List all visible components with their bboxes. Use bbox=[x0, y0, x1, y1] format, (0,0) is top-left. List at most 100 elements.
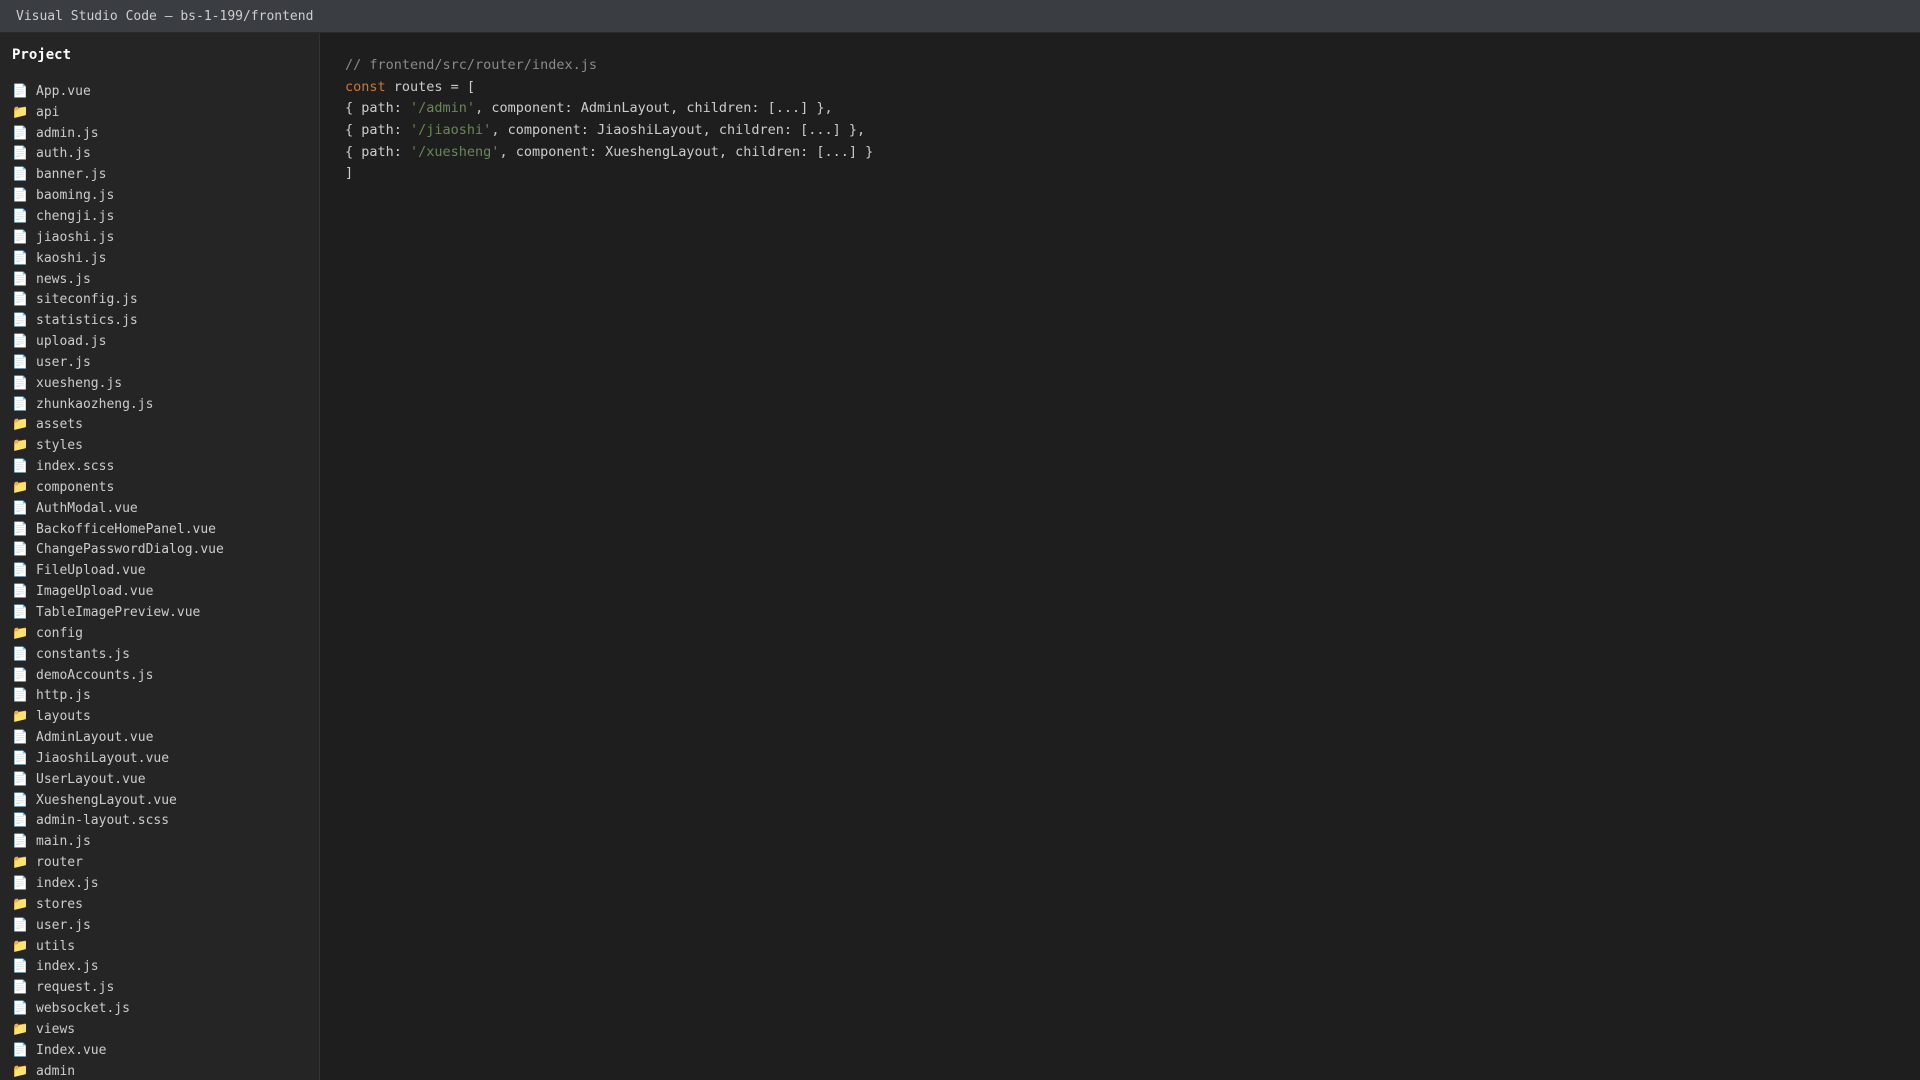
tree-item-label: index.js bbox=[36, 875, 99, 891]
file-icon: 📄 bbox=[12, 1042, 29, 1058]
file-icon: 📄 bbox=[12, 229, 29, 245]
folder-icon: 📁 bbox=[12, 417, 29, 433]
folder-icon: 📁 bbox=[12, 1063, 29, 1079]
tree-file[interactable]: 📄 ChangePasswordDialog.vue bbox=[12, 540, 224, 561]
file-icon: 📄 bbox=[12, 542, 29, 558]
tree-file[interactable]: 📄 index.scss bbox=[12, 456, 224, 477]
file-icon: 📄 bbox=[12, 500, 29, 516]
tree-item-label: user.js bbox=[36, 917, 91, 933]
tree-file[interactable]: 📄 App.vue bbox=[12, 81, 224, 102]
tree-file[interactable]: 📄 siteconfig.js bbox=[12, 289, 224, 310]
file-icon: 📄 bbox=[12, 584, 29, 600]
tree-item-label: auth.js bbox=[36, 146, 91, 162]
tree-item-label: UserLayout.vue bbox=[36, 771, 146, 787]
tree-file[interactable]: 📄 websocket.js bbox=[12, 998, 224, 1019]
tree-file[interactable]: 📄 news.js bbox=[12, 269, 224, 290]
tree-file[interactable]: 📄 ImageUpload.vue bbox=[12, 581, 224, 602]
tree-file[interactable]: 📄 auth.js bbox=[12, 144, 224, 165]
tree-item-label: upload.js bbox=[36, 334, 107, 350]
tree-file[interactable]: 📄 demoAccounts.js bbox=[12, 665, 224, 686]
tree-folder[interactable]: 📁 styles bbox=[12, 435, 224, 456]
tree-file[interactable]: 📄 user.js bbox=[12, 352, 224, 373]
tree-item-label: ChangePasswordDialog.vue bbox=[36, 542, 224, 558]
tree-file[interactable]: 📄 AuthModal.vue bbox=[12, 498, 224, 519]
tree-folder[interactable]: 📁 layouts bbox=[12, 706, 224, 727]
folder-icon: 📁 bbox=[12, 479, 29, 495]
file-icon: 📄 bbox=[12, 980, 29, 996]
tree-folder[interactable]: 📁 assets bbox=[12, 415, 224, 436]
tree-item-label: JiaoshiLayout.vue bbox=[36, 750, 170, 766]
tree-item-label: FileUpload.vue bbox=[36, 563, 146, 579]
tree-item-label: styles bbox=[36, 438, 83, 454]
tree-file[interactable]: 📄 request.js bbox=[12, 977, 224, 998]
tree-item-label: websocket.js bbox=[36, 1001, 130, 1017]
tree-folder[interactable]: 📁 views bbox=[12, 1019, 224, 1040]
tree-file[interactable]: 📄 http.js bbox=[12, 685, 224, 706]
window-title-bar: Visual Studio Code — bs-1-199/frontend bbox=[0, 0, 1920, 33]
tree-item-label: admin-layout.scss bbox=[36, 813, 170, 829]
tree-item-label: api bbox=[36, 104, 60, 120]
tree-file[interactable]: 📄 chengji.js bbox=[12, 206, 224, 227]
code-token-string: '/xuesheng' bbox=[410, 143, 500, 160]
code-token-plain: { path: bbox=[345, 143, 411, 160]
tree-file[interactable]: 📄 jiaoshi.js bbox=[12, 227, 224, 248]
tree-file[interactable]: 📄 AdminLayout.vue bbox=[12, 727, 224, 748]
code-line: { path: '/admin', component: AdminLayout… bbox=[345, 98, 873, 120]
tree-file[interactable]: 📄 baoming.js bbox=[12, 185, 224, 206]
code-line: { path: '/xuesheng', component: Xuesheng… bbox=[345, 142, 873, 164]
tree-file[interactable]: 📄 admin.js bbox=[12, 123, 224, 144]
tree-item-label: chengji.js bbox=[36, 208, 115, 224]
tree-folder[interactable]: 📁 utils bbox=[12, 936, 224, 957]
tree-file[interactable]: 📄 main.js bbox=[12, 831, 224, 852]
tree-item-label: BackofficeHomePanel.vue bbox=[36, 521, 217, 537]
tree-file[interactable]: 📄 JiaoshiLayout.vue bbox=[12, 748, 224, 769]
tree-folder[interactable]: 📁 admin bbox=[12, 1061, 224, 1080]
tree-item-label: ImageUpload.vue bbox=[36, 584, 154, 600]
tree-item-label: index.js bbox=[36, 959, 99, 975]
tree-file[interactable]: 📄 statistics.js bbox=[12, 310, 224, 331]
tree-file[interactable]: 📄 TableImagePreview.vue bbox=[12, 602, 224, 623]
tree-file[interactable]: 📄 constants.js bbox=[12, 644, 224, 665]
tree-item-label: AdminLayout.vue bbox=[36, 730, 154, 746]
code-token-plain: { path: bbox=[345, 100, 411, 117]
tree-file[interactable]: 📄 XueshengLayout.vue bbox=[12, 790, 224, 811]
tree-file[interactable]: 📄 xuesheng.js bbox=[12, 373, 224, 394]
code-editor[interactable]: // frontend/src/router/index.js const rou… bbox=[320, 33, 1920, 1080]
code-token-string: '/admin' bbox=[410, 100, 476, 117]
tree-folder[interactable]: 📁 components bbox=[12, 477, 224, 498]
tree-file[interactable]: 📄 BackofficeHomePanel.vue bbox=[12, 519, 224, 540]
file-icon: 📄 bbox=[12, 250, 29, 266]
code-token-comment: // frontend/src/router/index.js bbox=[345, 57, 597, 73]
code-token-plain: , component: AdminLayout, children: [...… bbox=[475, 100, 833, 117]
tree-folder[interactable]: 📁 stores bbox=[12, 894, 224, 915]
tree-folder[interactable]: 📁 router bbox=[12, 852, 224, 873]
folder-icon: 📁 bbox=[12, 1021, 29, 1037]
file-icon: 📄 bbox=[12, 813, 29, 829]
tree-file[interactable]: 📄 zhunkaozheng.js bbox=[12, 394, 224, 415]
folder-icon: 📁 bbox=[12, 896, 29, 912]
folder-icon: 📁 bbox=[12, 855, 29, 871]
tree-item-label: siteconfig.js bbox=[36, 292, 138, 308]
file-icon: 📄 bbox=[12, 459, 29, 475]
tree-file[interactable]: 📄 user.js bbox=[12, 915, 224, 936]
tree-item-label: baoming.js bbox=[36, 188, 115, 204]
tree-file[interactable]: 📄 FileUpload.vue bbox=[12, 560, 224, 581]
project-sidebar: Project 📄 App.vue 📁 api 📄 admin.js 📄 auth.js 📄 ba… bbox=[0, 33, 320, 1080]
tree-file[interactable]: 📄 Index.vue bbox=[12, 1040, 224, 1061]
code-line: { path: '/jiaoshi', component: JiaoshiLa… bbox=[345, 120, 873, 142]
file-icon: 📄 bbox=[12, 271, 29, 287]
tree-file[interactable]: 📄 admin-layout.scss bbox=[12, 811, 224, 832]
tree-item-label: stores bbox=[36, 896, 83, 912]
tree-file[interactable]: 📄 banner.js bbox=[12, 164, 224, 185]
tree-file[interactable]: 📄 upload.js bbox=[12, 331, 224, 352]
tree-folder[interactable]: 📁 api bbox=[12, 102, 224, 123]
tree-item-label: banner.js bbox=[36, 167, 107, 183]
code-token-plain: ] bbox=[345, 165, 354, 182]
tree-file[interactable]: 📄 index.js bbox=[12, 873, 224, 894]
tree-item-label: zhunkaozheng.js bbox=[36, 396, 154, 412]
tree-folder[interactable]: 📁 config bbox=[12, 623, 224, 644]
tree-file[interactable]: 📄 kaoshi.js bbox=[12, 248, 224, 269]
tree-file[interactable]: 📄 index.js bbox=[12, 956, 224, 977]
file-icon: 📄 bbox=[12, 667, 29, 683]
tree-file[interactable]: 📄 UserLayout.vue bbox=[12, 769, 224, 790]
